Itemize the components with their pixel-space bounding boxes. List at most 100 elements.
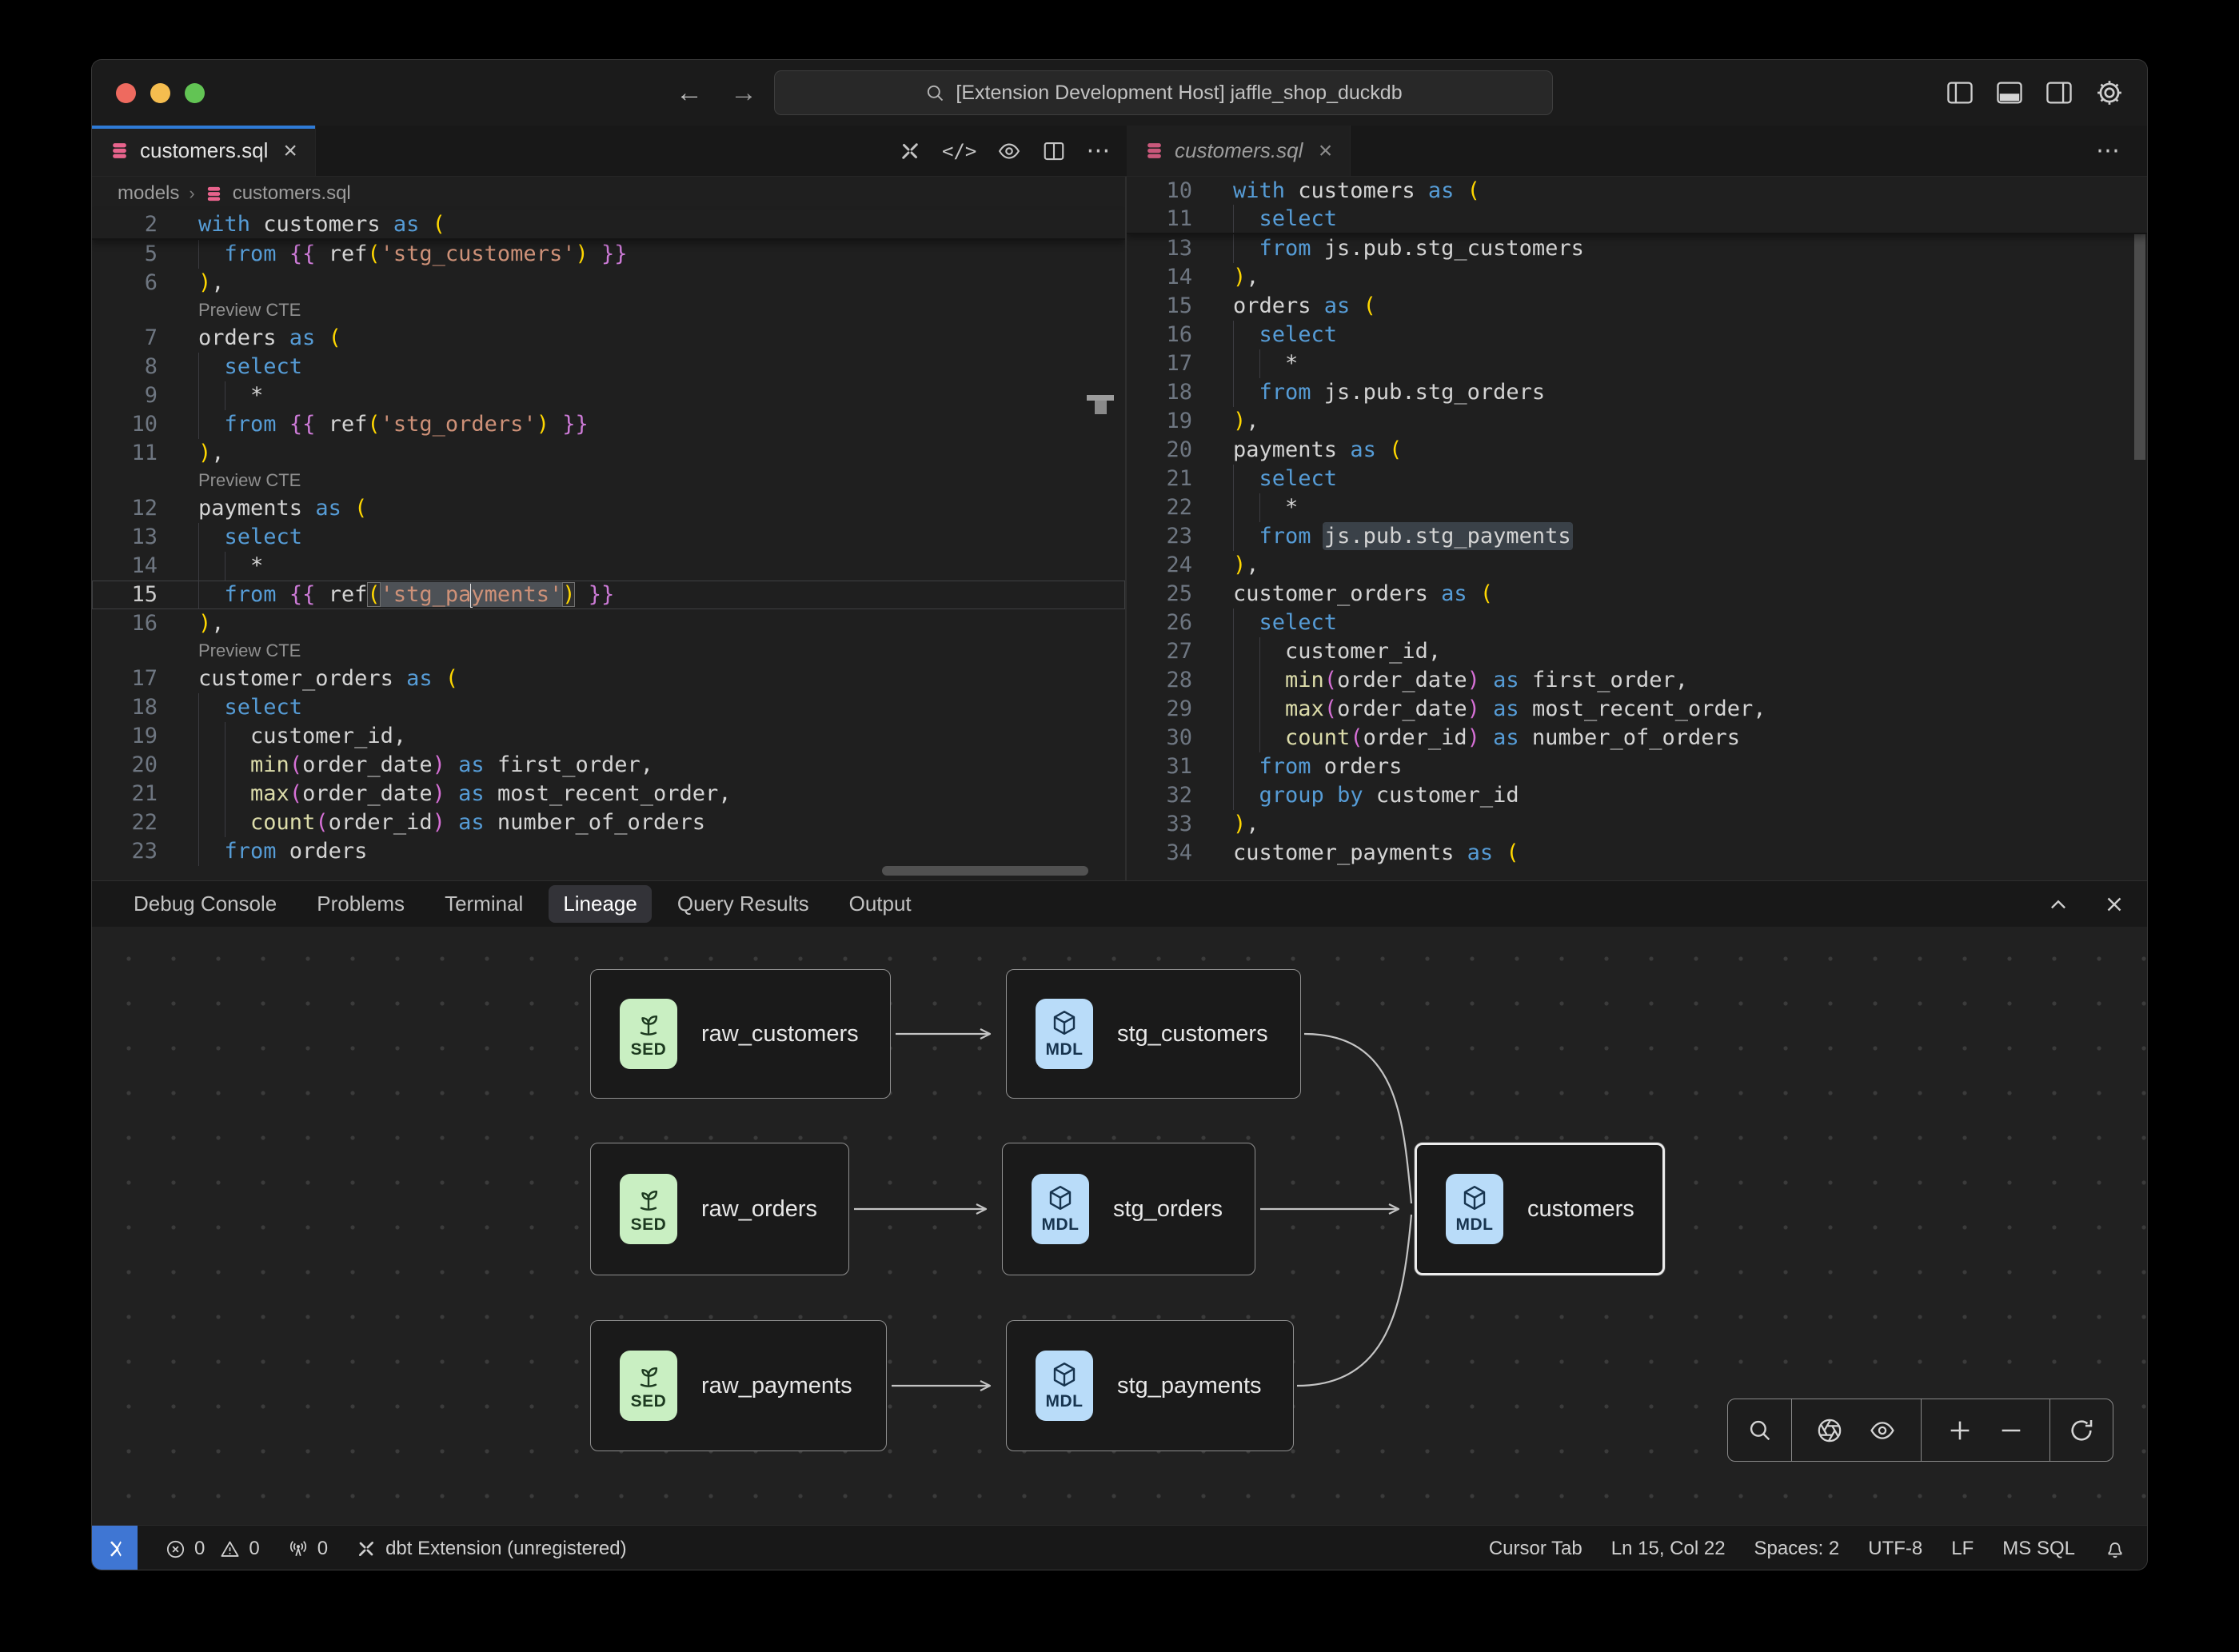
code-line[interactable]: 34customer_payments as ( [1127, 839, 2147, 868]
code-line[interactable]: 5 from {{ ref('stg_customers') }} [92, 240, 1125, 269]
maximize-panel-icon[interactable] [2046, 892, 2070, 916]
lineage-search-button[interactable] [1728, 1399, 1791, 1461]
lineage-node-stg_customers[interactable]: MDLstg_customers [1006, 969, 1301, 1099]
code-line[interactable]: 10with customers as ( [1127, 177, 2147, 205]
preview-eye-icon[interactable] [996, 139, 1022, 163]
panel-tab-query-results[interactable]: Query Results [663, 885, 824, 923]
code-line[interactable]: 2with customers as ( [92, 210, 1125, 238]
panel-tab-problems[interactable]: Problems [302, 885, 419, 923]
lineage-node-raw_payments[interactable]: SEDraw_payments [590, 1320, 887, 1451]
toggle-panel-bottom-icon[interactable] [1995, 80, 2024, 106]
close-tab-icon[interactable]: × [1318, 139, 1332, 163]
code-line[interactable]: 28 min(order_date) as first_order, [1127, 666, 2147, 695]
code-line[interactable]: 9 * [92, 381, 1125, 410]
encoding-status[interactable]: UTF-8 [1868, 1538, 1922, 1560]
close-panel-icon[interactable] [2102, 892, 2126, 916]
tab-customers-sql-left[interactable]: customers.sql × [92, 126, 316, 176]
breadcrumb[interactable]: models › customers.sql [92, 177, 1125, 210]
problems-status[interactable]: 0 0 [165, 1538, 260, 1560]
code-line[interactable]: 23 from js.pub.stg_payments [1127, 522, 2147, 551]
panel-tab-lineage[interactable]: Lineage [549, 885, 652, 923]
code-line[interactable]: 8 select [92, 353, 1125, 381]
code-line[interactable]: 19), [1127, 407, 2147, 436]
code-line[interactable]: 10 from {{ ref('stg_orders') }} [92, 410, 1125, 439]
zoom-in-icon[interactable] [1946, 1417, 1974, 1444]
navigate-forward-icon[interactable]: → [730, 78, 757, 109]
visibility-eye-icon[interactable] [1868, 1417, 1897, 1444]
horizontal-scrollbar[interactable] [882, 866, 1088, 876]
code-line[interactable]: 7orders as ( [92, 324, 1125, 353]
code-line[interactable]: 20 min(order_date) as first_order, [92, 751, 1125, 780]
compiled-editor[interactable]: 10with customers as (11 select 13 from j… [1127, 177, 2147, 880]
code-line[interactable]: 22 * [1127, 493, 2147, 522]
toggle-sidebar-right-icon[interactable] [2045, 80, 2073, 106]
code-line[interactable]: 12payments as ( [92, 494, 1125, 523]
cursor-tab-status[interactable]: Cursor Tab [1489, 1538, 1582, 1560]
tab-customers-sql-right[interactable]: customers.sql × [1127, 126, 1351, 176]
code-line[interactable]: 32 group by customer_id [1127, 781, 2147, 810]
code-line[interactable]: 20payments as ( [1127, 436, 2147, 465]
toggle-sidebar-left-icon[interactable] [1946, 80, 1974, 106]
close-window-button[interactable] [116, 83, 136, 103]
code-line[interactable]: 11 select [1127, 205, 2147, 233]
sticky-scroll[interactable]: 10with customers as (11 select [1127, 177, 2147, 234]
lineage-node-raw_orders[interactable]: SEDraw_orders [590, 1143, 849, 1275]
code-line[interactable]: 21 select [1127, 465, 2147, 493]
code-line[interactable]: 18 from js.pub.stg_orders [1127, 378, 2147, 407]
code-line[interactable]: 26 select [1127, 609, 2147, 637]
settings-gear-icon[interactable] [2094, 78, 2125, 108]
code-line[interactable]: 27 customer_id, [1127, 637, 2147, 666]
code-lens[interactable]: Preview CTE [92, 638, 1125, 664]
lineage-node-stg_orders[interactable]: MDLstg_orders [1002, 1143, 1255, 1275]
panel-tab-debug-console[interactable]: Debug Console [119, 885, 291, 923]
code-line[interactable]: 13 select [92, 523, 1125, 552]
compiled-code-icon[interactable]: </> [942, 140, 976, 162]
lineage-node-stg_payments[interactable]: MDLstg_payments [1006, 1320, 1294, 1451]
code-line[interactable]: 19 customer_id, [92, 722, 1125, 751]
code-line[interactable]: 6), [92, 269, 1125, 297]
code-lines[interactable]: 13 from js.pub.stg_customers14),15orders… [1127, 234, 2147, 868]
panel-tab-terminal[interactable]: Terminal [430, 885, 537, 923]
more-actions-icon[interactable]: ⋯ [1086, 137, 1112, 165]
close-tab-icon[interactable]: × [283, 139, 297, 163]
code-line[interactable]: 21 max(order_date) as most_recent_order, [92, 780, 1125, 808]
code-line[interactable]: 30 count(order_id) as number_of_orders [1127, 724, 2147, 752]
code-line[interactable]: 17customer_orders as ( [92, 664, 1125, 693]
notifications-bell-icon[interactable] [2104, 1538, 2126, 1560]
code-line[interactable]: 14), [1127, 263, 2147, 292]
refresh-lineage-button[interactable] [2049, 1399, 2113, 1461]
code-line[interactable]: 25customer_orders as ( [1127, 580, 2147, 609]
lineage-canvas[interactable]: SEDraw_customers MDLstg_customers SEDraw_o… [92, 927, 2147, 1525]
ports-status[interactable]: 0 [287, 1538, 328, 1560]
code-lens[interactable]: Preview CTE [92, 468, 1125, 494]
maximize-window-button[interactable] [185, 83, 205, 103]
code-line[interactable]: 13 from js.pub.stg_customers [1127, 234, 2147, 263]
code-lens[interactable]: Preview CTE [92, 297, 1125, 324]
code-line[interactable]: 11), [92, 439, 1125, 468]
lineage-node-raw_customers[interactable]: SEDraw_customers [590, 969, 891, 1099]
code-line[interactable]: 24), [1127, 551, 2147, 580]
navigate-back-icon[interactable]: ← [676, 78, 703, 109]
code-line[interactable]: 17 * [1127, 349, 2147, 378]
code-line[interactable]: 14 * [92, 552, 1125, 581]
code-line[interactable]: 15orders as ( [1127, 292, 2147, 321]
indentation-status[interactable]: Spaces: 2 [1754, 1538, 1840, 1560]
breadcrumb-file[interactable]: customers.sql [233, 182, 351, 205]
code-line[interactable]: 23 from orders [92, 837, 1125, 866]
more-actions-icon[interactable]: ⋯ [2096, 137, 2121, 165]
language-mode-status[interactable]: MS SQL [2002, 1538, 2075, 1560]
minimize-window-button[interactable] [150, 83, 170, 103]
eol-status[interactable]: LF [1951, 1538, 1974, 1560]
lineage-node-customers[interactable]: MDLcustomers [1415, 1143, 1665, 1275]
code-line[interactable]: 18 select [92, 693, 1125, 722]
dbt-action-icon[interactable] [898, 139, 922, 163]
line-col-status[interactable]: Ln 15, Col 22 [1611, 1538, 1726, 1560]
breadcrumb-folder[interactable]: models [118, 182, 179, 205]
sticky-scroll[interactable]: 2with customers as ( [92, 210, 1125, 240]
code-lines[interactable]: 5 from {{ ref('stg_customers') }}6),Prev… [92, 240, 1125, 866]
zoom-out-icon[interactable] [1998, 1417, 2025, 1444]
code-line[interactable]: 15 from {{ ref('stg_payments') }} [92, 581, 1125, 609]
dbt-extension-status[interactable]: dbt Extension (unregistered) [355, 1538, 627, 1560]
code-line[interactable]: 16 select [1127, 321, 2147, 349]
panel-tab-output[interactable]: Output [835, 885, 926, 923]
